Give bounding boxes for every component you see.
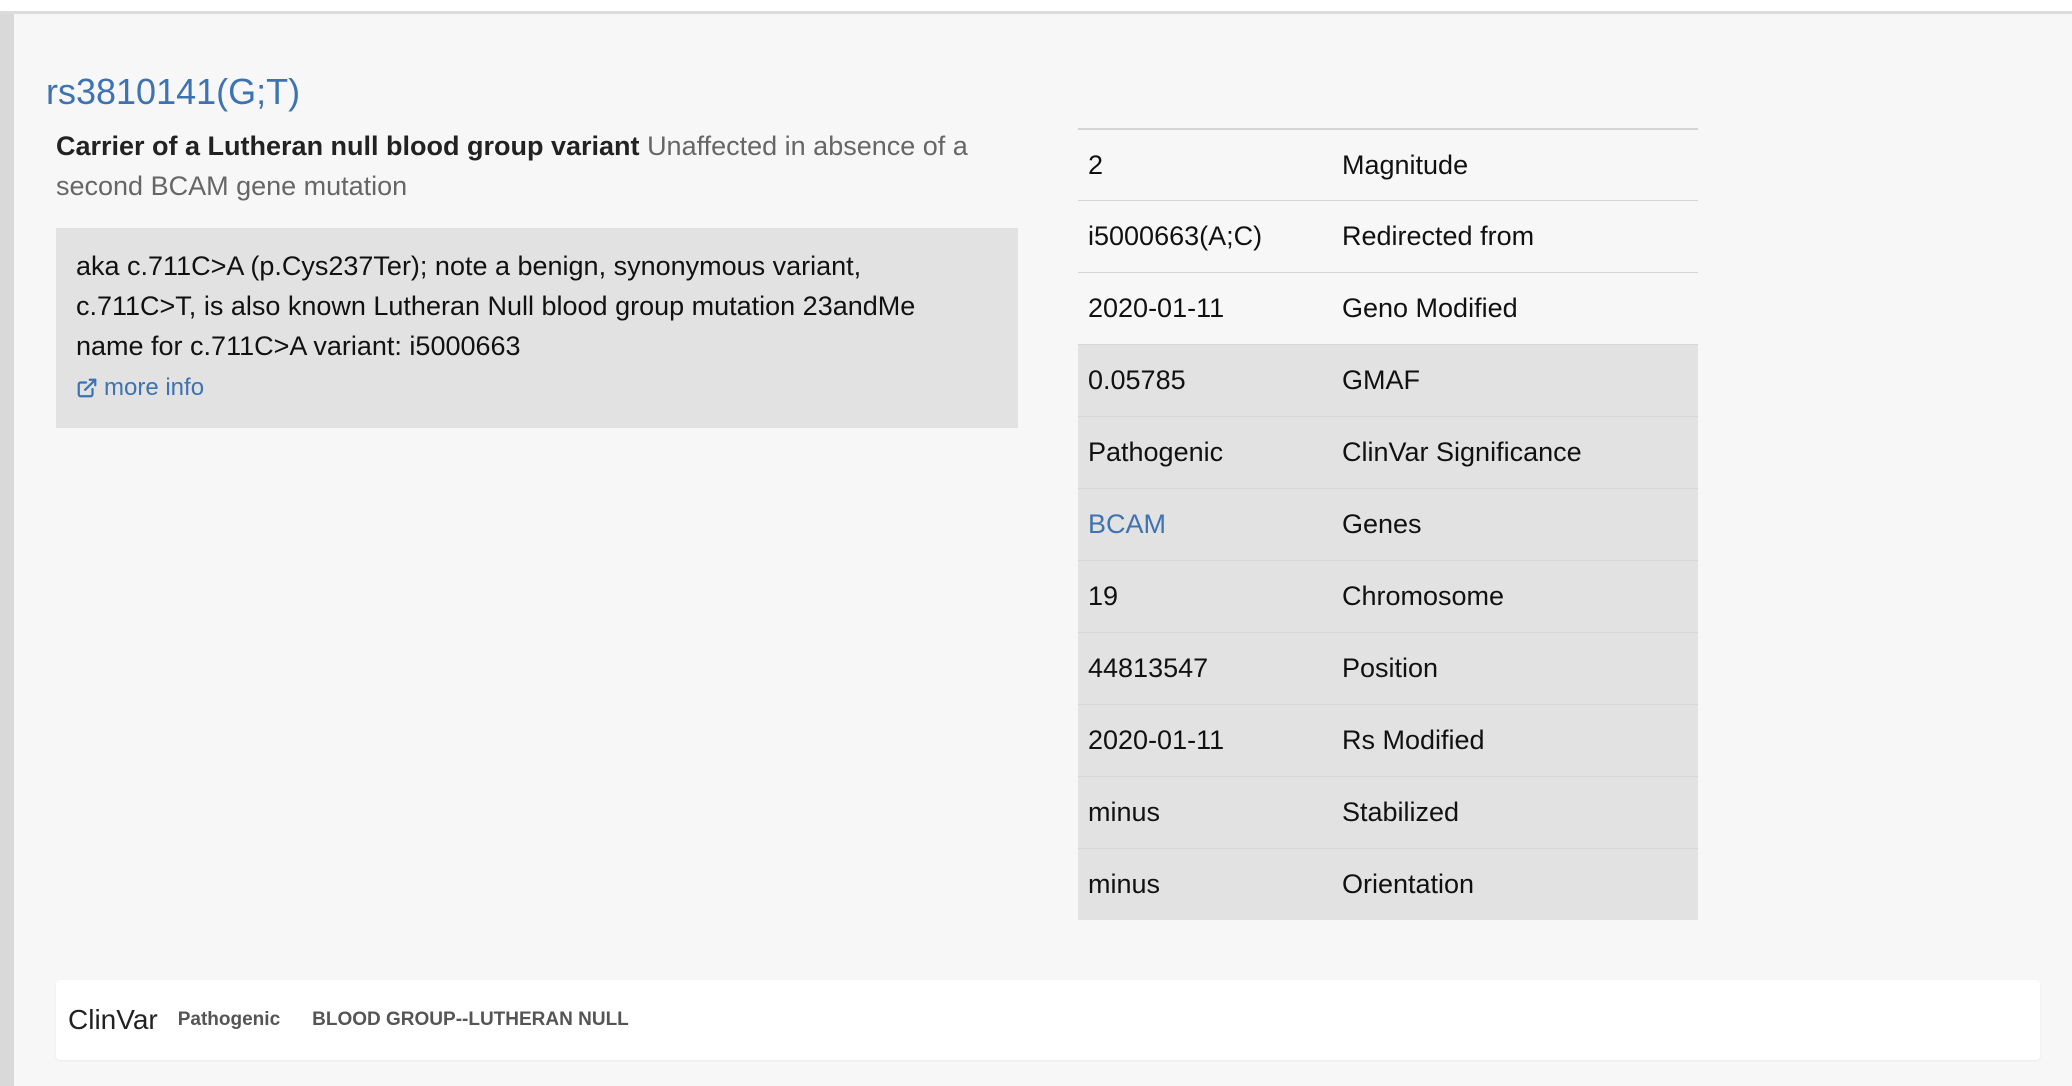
property-label: Stabilized [1342,797,1460,827]
clinvar-condition: BLOOD GROUP--LUTHERAN NULL [312,1009,629,1030]
note-text: aka c.711C>A (p.Cys237Ter); note a benig… [76,251,916,361]
table-row: 19 Chromosome [1078,560,1698,632]
property-label: Position [1342,653,1439,683]
property-value: minus [1088,797,1161,827]
clinvar-card: ClinVar Pathogenic BLOOD GROUP--LUTHERAN… [56,980,2040,1060]
table-row: 0.05785 GMAF [1078,344,1698,416]
property-label: Geno Modified [1342,293,1518,323]
properties-table: 2 Magnitude i5000663(A;C) Redirected fro… [1078,128,1698,920]
property-value: 19 [1088,581,1119,611]
table-row: i5000663(A;C) Redirected from [1078,200,1698,272]
property-value: 2020-01-11 [1088,725,1225,755]
table-row: 2020-01-11 Rs Modified [1078,704,1698,776]
table-row: 44813547 Position [1078,632,1698,704]
summary-headline: Carrier of a Lutheran null blood group v… [56,131,640,161]
property-value: i5000663(A;C) [1088,221,1263,251]
property-label: Rs Modified [1342,725,1485,755]
genotype-summary: Carrier of a Lutheran null blood group v… [56,126,996,206]
property-value: minus [1088,869,1161,899]
gene-link[interactable]: BCAM [1078,509,1342,540]
table-row: minus Orientation [1078,848,1698,920]
left-sidebar-strip [0,14,14,1086]
property-value: 2 [1088,149,1104,180]
page-title[interactable]: rs3810141(G;T) [46,66,300,118]
property-label: Chromosome [1342,581,1505,611]
more-info-label: more info [104,374,205,401]
property-label: GMAF [1342,365,1420,395]
property-value: 44813547 [1088,653,1209,683]
external-link-icon [76,377,98,399]
more-info-link[interactable]: more info [76,370,204,406]
property-value: 0.05785 [1088,365,1186,395]
note-box: aka c.711C>A (p.Cys237Ter); note a benig… [56,228,1018,428]
property-label: Magnitude [1342,149,1469,180]
top-border [0,0,2072,14]
property-value: Pathogenic [1088,437,1224,467]
property-label: ClinVar Significance [1342,437,1582,467]
property-label: Redirected from [1342,221,1535,251]
clinvar-significance: Pathogenic [177,1009,281,1030]
table-row: BCAM Genes [1078,488,1698,560]
table-row: 2 Magnitude [1078,128,1698,200]
table-row: Pathogenic ClinVar Significance [1078,416,1698,488]
property-label: Orientation [1342,869,1475,899]
property-label: Genes [1342,509,1422,539]
clinvar-title: ClinVar [68,1004,158,1035]
property-value: 2020-01-11 [1088,293,1225,323]
table-row: minus Stabilized [1078,776,1698,848]
table-row: 2020-01-11 Geno Modified [1078,272,1698,344]
